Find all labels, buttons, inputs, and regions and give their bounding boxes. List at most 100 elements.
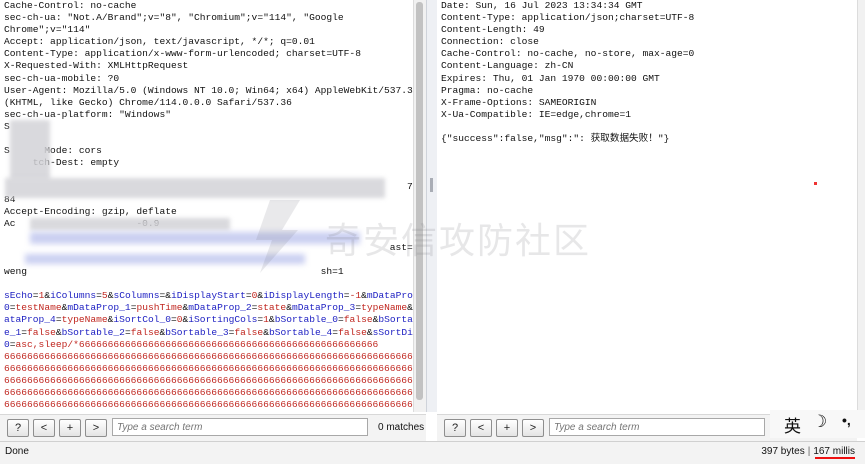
request-editor[interactable]: Cache-Control: no-cachesec-ch-ua: "Not.A…	[0, 0, 413, 412]
body-line: 0=asc,sleep/*666666666666666666666666666…	[4, 339, 413, 351]
param-key: mDataProp_3	[292, 302, 355, 313]
request-body: sEcho=1&iColumns=5&sColumns=&iDisplaySta…	[0, 290, 413, 412]
response-scrollbar[interactable]	[857, 0, 865, 412]
param-value: false	[234, 327, 263, 338]
param-key: sSortDir_	[373, 327, 413, 338]
redaction-block	[30, 218, 230, 230]
param-value: -1	[350, 290, 362, 301]
response-line: Expires: Thu, 01 Jan 1970 00:00:00 GMT	[441, 73, 857, 85]
response-line: X-Frame-Options: SAMEORIGIN	[441, 97, 857, 109]
ime-toolbar: 英 ☽ •,	[770, 410, 865, 438]
request-line: X-Requested-With: XMLHttpRequest	[4, 60, 413, 72]
param-value: asc,sleep/*66666666666666666666666666666…	[16, 339, 379, 350]
response-size: 397 bytes	[761, 446, 804, 457]
add-option-button[interactable]: +	[496, 419, 518, 437]
help-button[interactable]: ?	[7, 419, 29, 437]
status-text: Done	[5, 446, 29, 457]
param-value: 6666666666666666666666666666666666666666…	[4, 411, 315, 412]
request-line: sec-ch-ua: "Not.A/Brand";v="8", "Chromiu…	[4, 12, 413, 24]
param-key: bSortable_2	[62, 327, 125, 338]
request-search-input[interactable]	[112, 418, 368, 436]
param-key: bSortable_3	[165, 327, 228, 338]
response-line: Cache-Control: no-cache, no-store, max-a…	[441, 48, 857, 60]
param-key: mDataProp_2	[188, 302, 251, 313]
request-line: (KHTML, like Gecko) Chrome/114.0.0.0 Saf…	[4, 97, 413, 109]
request-line: S Mode: cors	[4, 145, 413, 157]
add-option-button[interactable]: +	[59, 419, 81, 437]
param-value: false	[27, 327, 56, 338]
param-value: false	[338, 327, 367, 338]
body-line: 6666666666666666666666666666666666666666…	[4, 375, 413, 387]
previous-match-button[interactable]: <	[470, 419, 492, 437]
param-value: typeName	[62, 314, 108, 325]
request-scrollbar[interactable]	[413, 0, 426, 412]
request-line: Content-Type: application/x-www-form-url…	[4, 48, 413, 60]
param-key: iSortingCols	[188, 314, 257, 325]
body-line: 6666666666666666666666666666666666666666…	[4, 387, 413, 399]
param-value: false	[131, 327, 160, 338]
request-line: tch-Dest: empty	[4, 157, 413, 169]
param-key: iColumns	[50, 290, 96, 301]
body-line: 6666666666666666666666666666666666666666…	[4, 351, 413, 363]
next-match-button[interactable]: >	[85, 419, 107, 437]
request-line: weng sh=1	[4, 266, 413, 278]
response-line: Content-Language: zh-CN	[441, 60, 857, 72]
status-bar: Done 397 bytes|167 millis	[0, 441, 865, 464]
param-key: e_1	[4, 327, 21, 338]
param-key: ataProp_4	[4, 314, 56, 325]
response-viewer[interactable]: Date: Sun, 16 Jul 2023 13:34:34 GMT Conte…	[437, 0, 857, 412]
response-time-underline	[815, 457, 855, 459]
response-line: Content-Length: 49	[441, 24, 857, 36]
request-search-bar: ? < + > 0 matches	[0, 414, 426, 441]
redaction-block	[5, 178, 385, 198]
body-line: 6666666666666666666666666666666666666666…	[4, 363, 413, 375]
next-match-button[interactable]: >	[522, 419, 544, 437]
response-line: Date: Sun, 16 Jul 2023 13:34:34 GMT	[441, 0, 857, 12]
body-line: 6666666666666666666666666666666666666666…	[4, 411, 413, 412]
request-line: User-Agent: Mozilla/5.0 (Windows NT 10.0…	[4, 85, 413, 97]
param-key: mDataProp_1	[67, 302, 130, 313]
request-line: Cache-Control: no-cache	[4, 0, 413, 12]
response-line: Connection: close	[441, 36, 857, 48]
punctuation-icon[interactable]: •,	[842, 412, 851, 428]
param-value: 6666666666666666666666666666666666666666…	[4, 399, 413, 410]
param-key: iDisplayStart	[171, 290, 246, 301]
request-line	[4, 133, 413, 145]
param-value: state	[257, 302, 286, 313]
param-value: false	[344, 314, 373, 325]
request-line: sec-ch-ua-mobile: ?0	[4, 73, 413, 85]
response-line: X-Ua-Compatible: IE=edge,chrome=1	[441, 109, 857, 121]
param-value: 6666666666666666666666666666666666666666…	[4, 351, 413, 362]
param-key: sColumns	[113, 290, 159, 301]
request-line: S	[4, 121, 413, 133]
param-value: 6666666666666666666666666666666666666666…	[4, 363, 413, 374]
response-content: Date: Sun, 16 Jul 2023 13:34:34 GMT Conte…	[437, 0, 857, 145]
marker-dot	[814, 182, 817, 185]
param-value: typeName	[361, 302, 407, 313]
param-key: bSortable_0	[275, 314, 338, 325]
body-line: e_1=false&bSortable_2=false&bSortable_3=…	[4, 327, 413, 339]
response-time: 167 millis	[813, 446, 855, 457]
param-key: mDataProp_	[367, 290, 413, 301]
param-key: iDisplayLength	[263, 290, 344, 301]
response-stats: 397 bytes|167 millis	[761, 446, 855, 457]
body-line: 0=testName&mDataProp_1=pushTime&mDataPro…	[4, 302, 413, 314]
redaction-block	[25, 254, 305, 264]
request-line: Chrome";v="114"	[4, 24, 413, 36]
match-count: 0 matches	[378, 422, 424, 433]
param-value: testName	[16, 302, 62, 313]
moon-icon[interactable]: ☽	[812, 412, 827, 432]
help-button[interactable]: ?	[444, 419, 466, 437]
body-line: 6666666666666666666666666666666666666666…	[4, 399, 413, 411]
scrollbar-thumb[interactable]	[416, 2, 423, 400]
param-key: sEcho	[4, 290, 33, 301]
request-line	[4, 278, 413, 290]
ime-language-toggle[interactable]: 英	[784, 412, 801, 437]
request-line: Accept: application/json, text/javascrip…	[4, 36, 413, 48]
previous-match-button[interactable]: <	[33, 419, 55, 437]
body-line: sEcho=1&iColumns=5&sColumns=&iDisplaySta…	[4, 290, 413, 302]
body-line: ataProp_4=typeName&iSortCol_0=0&iSorting…	[4, 314, 413, 326]
request-line: Accept-Encoding: gzip, deflate	[4, 206, 413, 218]
response-search-input[interactable]	[549, 418, 765, 436]
divider-grip-icon[interactable]	[430, 178, 433, 192]
